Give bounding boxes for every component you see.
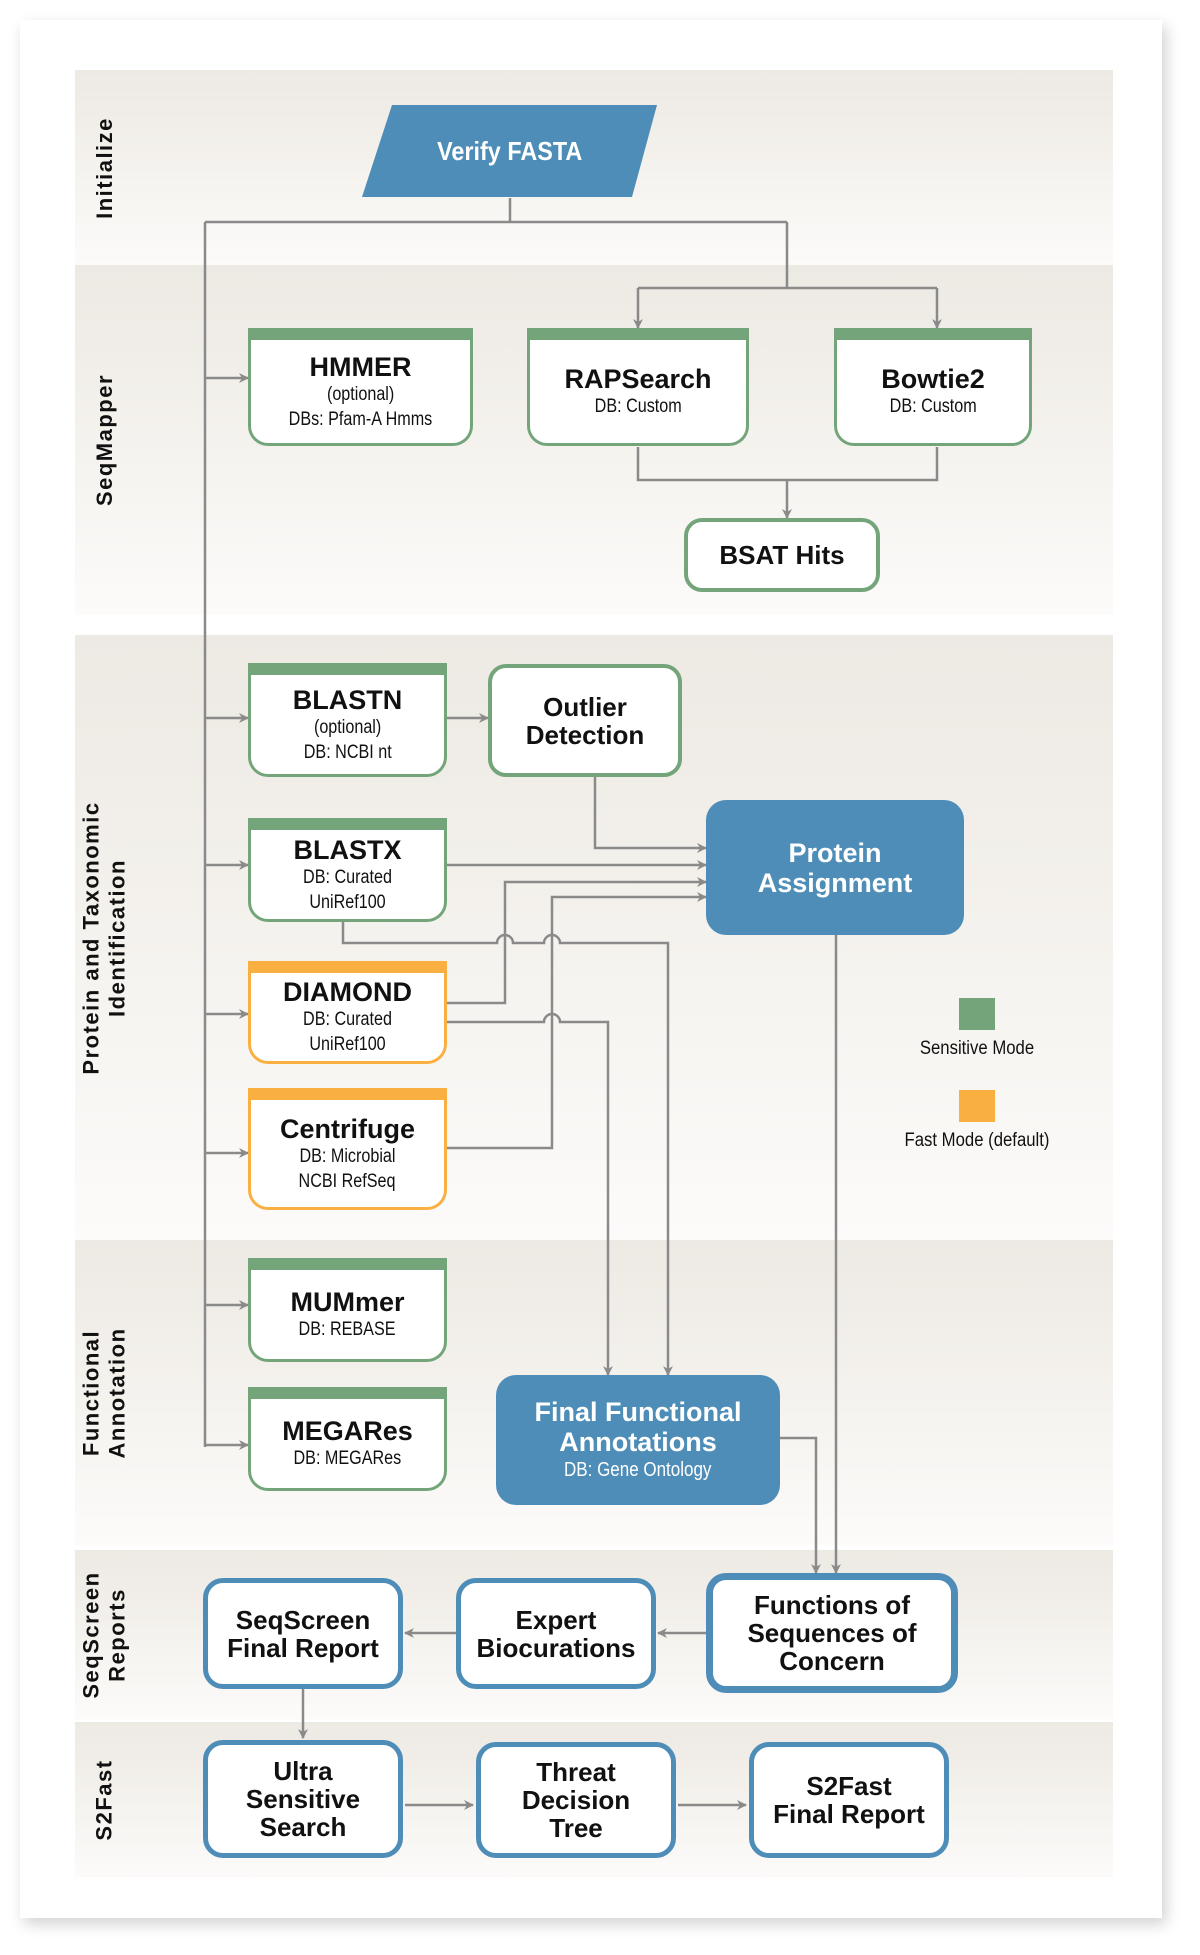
ultra-line3: Search [259, 1812, 347, 1842]
ffa-title-line2: Annotations [559, 1427, 717, 1457]
s2fast-final-report-node: S2Fast Final Report [749, 1742, 949, 1858]
rapsearch-node: RAPSearch DB: Custom [527, 328, 749, 446]
protein-assignment-line2: Assignment [757, 867, 913, 898]
centrifuge-db-line2: NCBI RefSeq [299, 1170, 396, 1192]
hmmer-db: DBs: Pfam-A Hmms [288, 408, 433, 430]
diamond-node: DIAMOND DB: Curated UniRef100 [248, 961, 447, 1064]
bowtie2-node: Bowtie2 DB: Custom [834, 328, 1032, 446]
expert-line1: Expert [515, 1604, 597, 1635]
wire-rap-down [636, 447, 939, 482]
blastx-title: BLASTX [293, 834, 402, 865]
megares-node: MEGARes DB: MEGARes [248, 1387, 447, 1491]
soc-line3: Concern [779, 1646, 885, 1676]
functions-of-soc-node: Functions of Sequences of Concern [706, 1573, 958, 1693]
megares-title: MEGARes [282, 1416, 413, 1446]
threat-line3: Tree [549, 1813, 603, 1843]
soc-line2: Sequences of [747, 1618, 917, 1648]
blastn-title: BLASTN [292, 684, 403, 715]
bsat-hits-title: BSAT Hits [719, 540, 845, 570]
seqscreen-final-line1: SeqScreen [235, 1604, 371, 1635]
sensitive-mode-bar [248, 328, 473, 340]
seqscreen-final-report-node: SeqScreen Final Report [203, 1578, 403, 1689]
blastn-note: (optional) [313, 716, 382, 738]
legend-sensitive-label: Sensitive Mode [919, 1038, 1035, 1059]
s2fast-final-line1: S2Fast [806, 1771, 892, 1801]
legend-fast-swatch [959, 1090, 995, 1122]
megares-db: DB: MEGARes [293, 1448, 402, 1469]
verify-fasta-node: Verify FASTA [370, 105, 650, 197]
blastn-node: BLASTN (optional) DB: NCBI nt [248, 663, 447, 777]
ffa-db: DB: Gene Ontology [564, 1459, 712, 1481]
sensitive-mode-bar [248, 818, 447, 830]
verify-fasta-label: Verify FASTA [437, 135, 583, 166]
sensitive-mode-bar [248, 1258, 447, 1270]
wire-outlier-pa [593, 777, 707, 853]
sensitive-mode-bar [248, 663, 447, 675]
wire-ffa-soc [780, 1436, 821, 1574]
fast-mode-bar [248, 1088, 447, 1100]
ultra-sensitive-search-node: Ultra Sensitive Search [203, 1740, 403, 1858]
protein-assignment-line1: Protein [788, 837, 882, 868]
sensitive-mode-bar [248, 1387, 447, 1399]
outlier-title-line1: Outlier [543, 691, 627, 722]
bowtie2-db: DB: Custom [889, 396, 977, 417]
centrifuge-node: Centrifuge DB: Microbial NCBI RefSeq [248, 1088, 447, 1210]
diamond-db: DB: Curated UniRef100 [303, 1009, 392, 1055]
wire-diamond-ffa [447, 1012, 613, 1376]
bsat-hits-node: BSAT Hits [684, 518, 880, 592]
threat-decision-tree-node: Threat Decision Tree [476, 1742, 676, 1858]
bowtie2-title: Bowtie2 [881, 364, 985, 394]
mummer-node: MUMmer DB: REBASE [248, 1258, 447, 1362]
rapsearch-db: DB: Custom [594, 396, 682, 417]
mummer-title: MUMmer [290, 1287, 405, 1317]
sensitive-mode-bar [834, 328, 1032, 340]
outlier-detection-node: Outlier Detection [488, 664, 682, 777]
ffa-title-line1: Final Functional [534, 1397, 742, 1427]
blastx-db: DB: Curated UniRef100 [303, 866, 392, 913]
legend-sensitive-swatch [959, 998, 995, 1030]
fast-mode-bar [248, 961, 447, 973]
expert-line2: Biocurations [476, 1632, 636, 1663]
centrifuge-title: Centrifuge [280, 1113, 415, 1144]
hmmer-note: (optional) [326, 383, 395, 405]
ultra-line2: Sensitive [245, 1784, 361, 1814]
threat-line2: Decision [521, 1785, 631, 1815]
diamond-title: DIAMOND [283, 977, 412, 1007]
mummer-db: DB: REBASE [299, 1319, 396, 1340]
protein-assignment-node: Protein Assignment [706, 800, 964, 935]
outlier-title-line2: Detection [525, 719, 645, 750]
threat-line1: Threat [536, 1757, 616, 1787]
hmmer-node: HMMER (optional) DBs: Pfam-A Hmms [248, 328, 473, 446]
rapsearch-title: RAPSearch [564, 364, 712, 394]
hmmer-title: HMMER [309, 351, 412, 382]
expert-biocurations-node: Expert Biocurations [456, 1578, 656, 1689]
seqscreen-final-line2: Final Report [227, 1632, 379, 1663]
sensitive-mode-bar [527, 328, 749, 340]
centrifuge-db-line1: DB: Microbial [299, 1145, 396, 1167]
blastn-db: DB: NCBI nt [303, 741, 392, 763]
ultra-line1: Ultra [273, 1756, 333, 1786]
s2fast-final-line2: Final Report [773, 1799, 925, 1829]
blastx-node: BLASTX DB: Curated UniRef100 [248, 818, 447, 922]
final-functional-annotations-node: Final Functional Annotations DB: Gene On… [496, 1375, 780, 1505]
soc-line1: Functions of [754, 1590, 910, 1620]
legend-fast-label: Fast Mode (default) [904, 1130, 1050, 1151]
